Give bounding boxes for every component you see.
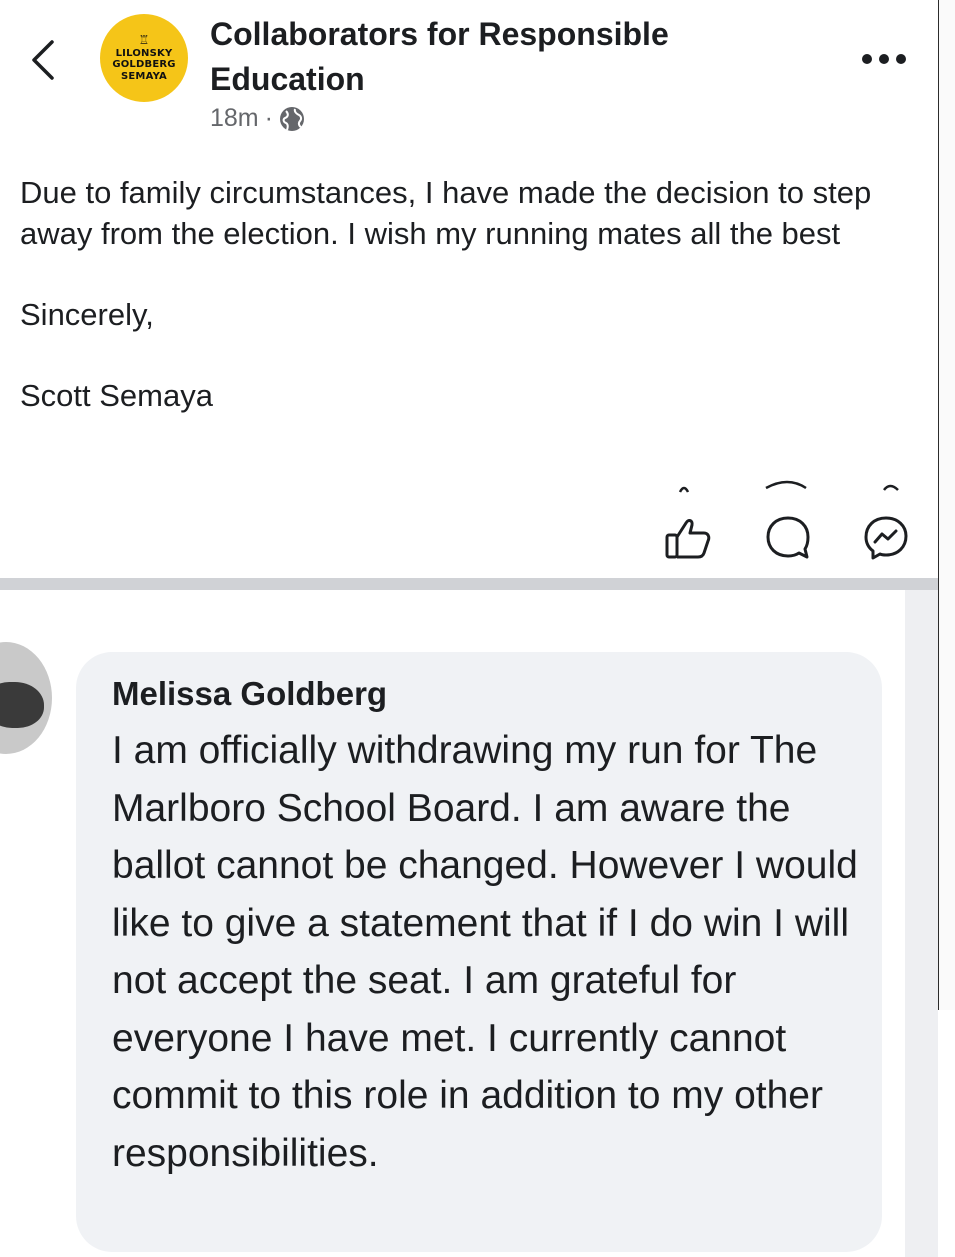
comment-text: I am officially withdrawing my run for T… xyxy=(112,729,858,1175)
comment-icon xyxy=(766,516,810,559)
avatar-badge-line-1: LILONSKY xyxy=(115,47,173,59)
chevron-left-icon xyxy=(32,40,54,80)
comments-strip xyxy=(905,590,938,1257)
more-options-button[interactable] xyxy=(858,44,910,74)
messenger-icon xyxy=(864,516,908,560)
back-button[interactable] xyxy=(18,30,68,90)
post-signoff: Sincerely, xyxy=(20,297,154,332)
reaction-arcs xyxy=(678,480,899,493)
section-divider xyxy=(0,578,938,590)
post-meta: 18m · xyxy=(210,104,305,133)
comment-button[interactable] xyxy=(760,510,816,566)
avatar-silhouette xyxy=(0,682,44,728)
more-dots-icon xyxy=(862,54,906,64)
avatar-badge-line-3: SEMAYA xyxy=(121,70,167,82)
page-name[interactable]: Collaborators for Responsible Education xyxy=(210,12,770,102)
thumbs-up-icon xyxy=(665,519,711,559)
globe-icon xyxy=(279,106,304,131)
post-actions xyxy=(660,510,920,570)
post-body: Due to family circumstances, I have made… xyxy=(20,172,920,416)
like-button[interactable] xyxy=(660,510,716,566)
page-avatar[interactable]: ♖ LILONSKY GOLDBERG SEMAYA xyxy=(100,14,188,102)
post-time[interactable]: 18m xyxy=(210,104,259,133)
avatar-badge-line-2: GOLDBERG xyxy=(112,59,176,71)
right-edge-lower xyxy=(938,1010,955,1257)
emblem-icon: ♖ xyxy=(138,32,150,47)
send-messenger-button[interactable] xyxy=(858,510,914,566)
post-signature: Scott Semaya xyxy=(20,378,213,413)
right-edge xyxy=(938,0,955,1010)
comment-author[interactable]: Melissa Goldberg xyxy=(112,672,387,716)
meta-separator: · xyxy=(264,104,273,132)
post-paragraph: Due to family circumstances, I have made… xyxy=(20,175,872,251)
